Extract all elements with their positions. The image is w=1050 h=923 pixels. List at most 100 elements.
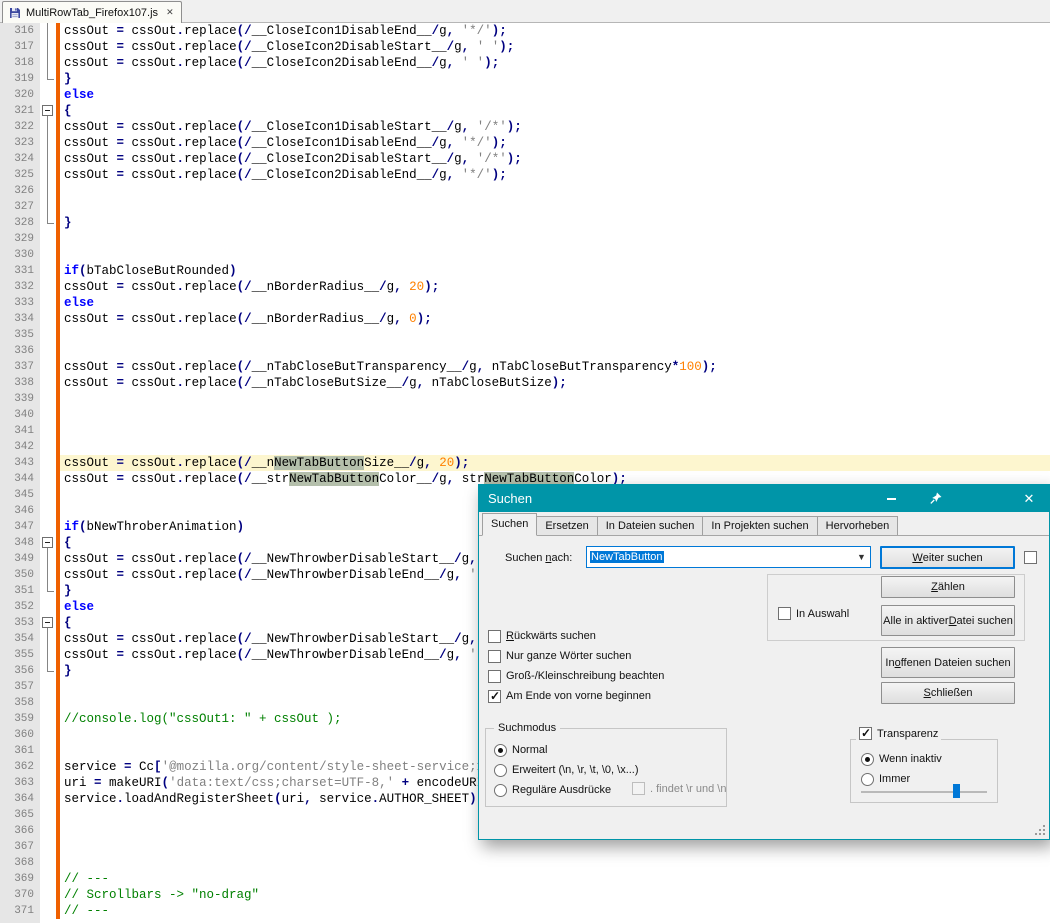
code-text[interactable] (60, 439, 1050, 455)
code-text[interactable]: cssOut = cssOut.replace(/__nNewTabButton… (60, 455, 1050, 471)
close-button[interactable]: Schließen (881, 682, 1015, 704)
code-text[interactable]: cssOut = cssOut.replace(/__CloseIcon2Dis… (60, 39, 1050, 55)
editor-tab[interactable]: MultiRowTab_Firefox107.js ✕ (2, 1, 182, 23)
radio-option[interactable]: Erweitert (\n, \r, \t, \0, \x...) (494, 760, 639, 780)
slider-handle[interactable] (953, 784, 960, 798)
code-text[interactable]: cssOut = cssOut.replace(/__nTabCloseButS… (60, 375, 1050, 391)
code-text[interactable]: cssOut = cssOut.replace(/__nBorderRadius… (60, 279, 1050, 295)
dialog-tab-hervorheben[interactable]: Hervorheben (817, 516, 899, 536)
fold-margin (40, 855, 56, 871)
code-text[interactable] (60, 407, 1050, 423)
checkbox-box[interactable] (488, 670, 501, 683)
find-option[interactable]: Groß-/Kleinschreibung beachten (488, 666, 664, 686)
code-text[interactable]: // --- (60, 903, 1050, 919)
count-button[interactable]: Zählen (881, 576, 1015, 598)
find-option[interactable]: Nur ganze Wörter suchen (488, 646, 664, 666)
code-line: 335 (0, 327, 1050, 343)
code-text[interactable] (60, 183, 1050, 199)
tab-close-icon[interactable]: ✕ (166, 8, 174, 17)
code-line: 320else (0, 87, 1050, 103)
search-mode-group: Suchmodus NormalErweitert (\n, \r, \t, \… (485, 728, 727, 807)
code-text[interactable]: cssOut = cssOut.replace(/__CloseIcon1Dis… (60, 119, 1050, 135)
code-text[interactable]: cssOut = cssOut.replace(/__CloseIcon2Dis… (60, 55, 1050, 71)
find-option[interactable]: Rückwärts suchen (488, 626, 664, 646)
code-text[interactable] (60, 231, 1050, 247)
line-number: 318 (0, 55, 40, 71)
code-text[interactable]: cssOut = cssOut.replace(/__CloseIcon2Dis… (60, 167, 1050, 183)
find-input-text[interactable]: NewTabButton (587, 551, 853, 563)
in-selection-checkbox[interactable] (778, 607, 791, 620)
code-text[interactable] (60, 199, 1050, 215)
code-text[interactable]: cssOut = cssOut.replace(/__nBorderRadius… (60, 311, 1050, 327)
chevron-down-icon[interactable]: ▼ (853, 547, 870, 567)
code-text[interactable] (60, 327, 1050, 343)
checkbox-box[interactable] (488, 690, 501, 703)
code-text[interactable]: { (60, 103, 1050, 119)
fold-marker[interactable] (40, 615, 56, 631)
code-text[interactable]: else (60, 295, 1050, 311)
close-icon[interactable]: ✕ (1018, 485, 1040, 512)
transparency-checkbox[interactable] (859, 727, 872, 740)
dialog-title: Suchen (488, 485, 532, 512)
line-number: 324 (0, 151, 40, 167)
code-text[interactable]: } (60, 71, 1050, 87)
code-text[interactable] (60, 839, 1050, 855)
find-option[interactable]: Am Ende von vorne beginnen (488, 686, 664, 706)
radio-button[interactable] (861, 753, 874, 766)
dialog-titlebar[interactable]: Suchen ✕ (479, 485, 1049, 512)
code-text[interactable] (60, 423, 1050, 439)
line-number: 357 (0, 679, 40, 695)
checkbox-label: Am Ende von vorne beginnen (506, 690, 651, 702)
code-text[interactable] (60, 247, 1050, 263)
minimize-icon[interactable] (887, 498, 896, 500)
transparency-slider[interactable] (861, 784, 987, 798)
find-next-button[interactable]: Weiter suchen (880, 546, 1015, 569)
code-text[interactable]: cssOut = cssOut.replace(/__CloseIcon2Dis… (60, 151, 1050, 167)
code-line: 325cssOut = cssOut.replace(/__CloseIcon2… (0, 167, 1050, 183)
resize-grip[interactable] (1035, 825, 1045, 835)
line-number: 319 (0, 71, 40, 87)
code-line: 321{ (0, 103, 1050, 119)
code-text[interactable]: // --- (60, 871, 1050, 887)
transparency-option[interactable]: Transparenz (856, 727, 941, 740)
radio-button[interactable] (494, 764, 507, 777)
find-all-current-button[interactable]: Alle in aktiver Datei suchen (881, 605, 1015, 636)
checkbox-box[interactable] (488, 630, 501, 643)
dialog-tab-ersetzen[interactable]: Ersetzen (536, 516, 597, 536)
code-text[interactable]: if(bTabCloseButRounded) (60, 263, 1050, 279)
radio-option[interactable]: Normal (494, 740, 639, 760)
code-line: 367 (0, 839, 1050, 855)
line-number: 322 (0, 119, 40, 135)
fold-margin (40, 519, 56, 535)
two-buttons-mode-checkbox[interactable] (1024, 551, 1037, 564)
fold-margin (40, 487, 56, 503)
radio-button[interactable] (494, 744, 507, 757)
dialog-tab-suchen[interactable]: Suchen (482, 513, 537, 536)
code-text[interactable]: // Scrollbars -> "no-drag" (60, 887, 1050, 903)
radio-button[interactable] (494, 784, 507, 797)
radio-option[interactable]: Wenn inaktiv (861, 749, 942, 769)
checkbox-box[interactable] (488, 650, 501, 663)
fold-margin (40, 423, 56, 439)
line-number: 364 (0, 791, 40, 807)
fold-marker[interactable] (40, 103, 56, 119)
code-text[interactable] (60, 855, 1050, 871)
find-all-open-button[interactable]: In offenen Dateien suchen (881, 647, 1015, 678)
find-input[interactable]: NewTabButton ▼ (586, 546, 871, 568)
dialog-tab-in-projekten-suchen[interactable]: In Projekten suchen (702, 516, 817, 536)
dialog-tab-in-dateien-suchen[interactable]: In Dateien suchen (597, 516, 704, 536)
code-text[interactable]: cssOut = cssOut.replace(/__nTabCloseButT… (60, 359, 1050, 375)
pin-icon[interactable] (929, 491, 943, 505)
code-text[interactable]: cssOut = cssOut.replace(/__CloseIcon1Dis… (60, 135, 1050, 151)
fold-margin (40, 599, 56, 615)
code-text[interactable]: } (60, 215, 1050, 231)
radio-option[interactable]: Reguläre Ausdrücke (494, 780, 639, 800)
fold-marker[interactable] (40, 535, 56, 551)
in-selection-option[interactable]: In Auswahl (778, 607, 849, 620)
fold-margin (40, 727, 56, 743)
code-text[interactable] (60, 343, 1050, 359)
code-text[interactable]: else (60, 87, 1050, 103)
code-text[interactable]: cssOut = cssOut.replace(/__CloseIcon1Dis… (60, 23, 1050, 39)
code-text[interactable] (60, 391, 1050, 407)
code-line: 339 (0, 391, 1050, 407)
